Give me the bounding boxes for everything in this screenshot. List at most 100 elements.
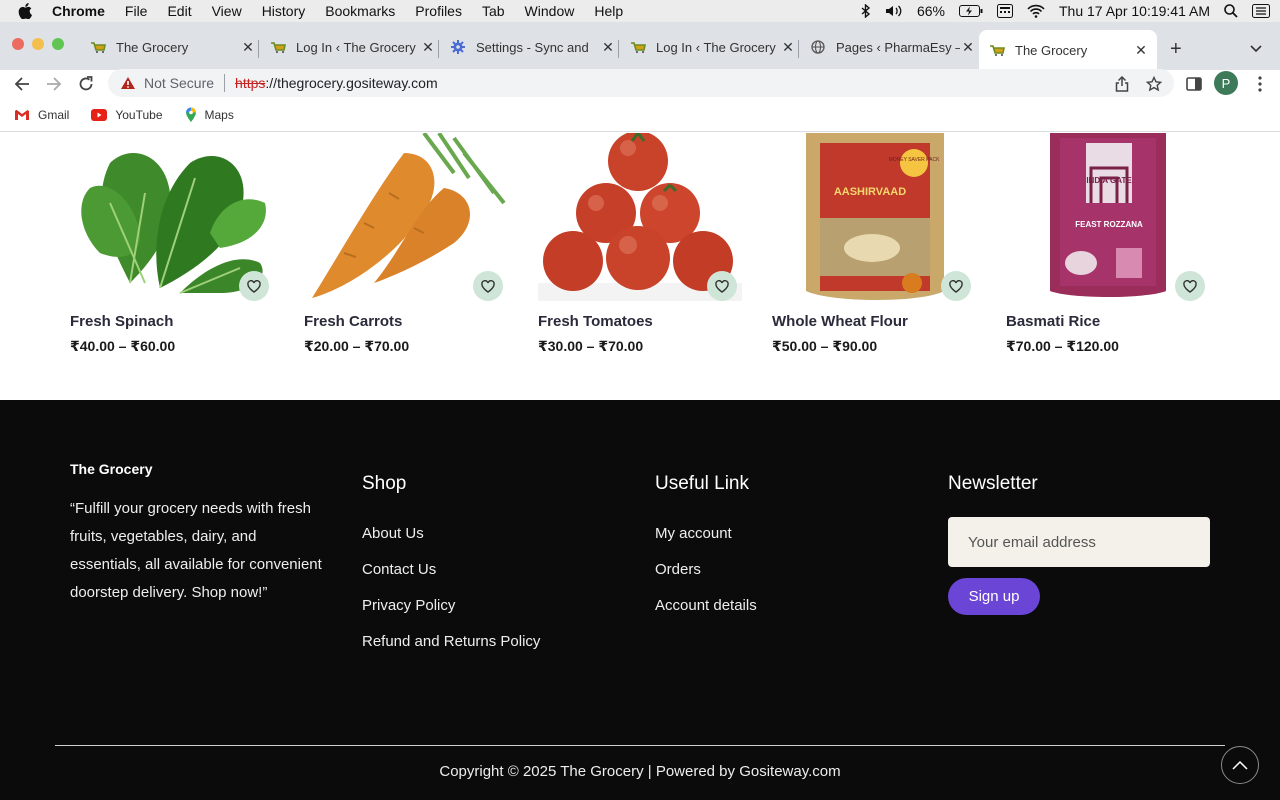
settings-gear-icon — [450, 39, 466, 55]
footer-divider — [55, 745, 1225, 746]
wishlist-heart-icon[interactable] — [941, 271, 971, 301]
tab-settings-sync[interactable]: Settings - Sync and ✕ — [440, 32, 616, 62]
footer-link-my-account[interactable]: My account — [655, 525, 732, 542]
product-price: ₹40.00 – ₹60.00 — [70, 338, 176, 354]
tab-login-grocery-2[interactable]: Log In ‹ The Grocery ✕ — [620, 32, 796, 62]
side-panel-icon[interactable] — [1182, 72, 1206, 96]
product-name[interactable]: Fresh Tomatoes — [538, 313, 653, 330]
tab-title: Pages ‹ PharmaEsy – — [836, 39, 960, 55]
reload-icon[interactable] — [74, 72, 98, 96]
rice-brand-text: INDIA GATE — [1086, 176, 1132, 185]
menu-tab[interactable]: Tab — [482, 3, 505, 19]
product-image-tomatoes[interactable] — [538, 133, 742, 301]
footer-link-contact-us[interactable]: Contact Us — [362, 561, 436, 578]
grocery-favicon-icon — [90, 39, 106, 55]
product-name[interactable]: Fresh Carrots — [304, 313, 402, 330]
status-area: 66% Thu 17 Apr 10:19:41 AM — [861, 0, 1270, 22]
tab-close-icon[interactable]: ✕ — [420, 39, 436, 56]
forward-arrow-icon[interactable] — [42, 72, 66, 96]
tab-close-icon[interactable]: ✕ — [780, 39, 796, 56]
tab-title: The Grocery — [1015, 42, 1088, 58]
clock-datetime[interactable]: Thu 17 Apr 10:19:41 AM — [1059, 3, 1210, 19]
product-card[interactable]: MONEY SAVER PACK AASHIRVAAD Whole Wheat … — [772, 133, 976, 363]
bookmark-youtube[interactable]: YouTube — [91, 108, 163, 122]
not-secure-label[interactable]: Not Secure — [144, 75, 214, 91]
minimize-window-button[interactable] — [32, 38, 44, 50]
footer-link-account-details[interactable]: Account details — [655, 597, 757, 614]
tab-search-chevron-down-icon[interactable] — [1250, 40, 1262, 58]
bookmark-star-icon[interactable] — [1142, 72, 1166, 96]
product-name[interactable]: Whole Wheat Flour — [772, 313, 908, 330]
tab-the-grocery-1[interactable]: The Grocery ✕ — [80, 32, 256, 62]
menu-app-name[interactable]: Chrome — [52, 3, 105, 19]
tab-close-icon[interactable]: ✕ — [600, 39, 616, 56]
spotlight-search-icon[interactable] — [1224, 4, 1238, 18]
url-host: ://thegrocery.gositeway.com — [265, 75, 438, 91]
wifi-icon[interactable] — [1027, 4, 1045, 18]
product-name[interactable]: Fresh Spinach — [70, 313, 173, 330]
warning-triangle-icon[interactable] — [120, 76, 136, 90]
footer-link-orders[interactable]: Orders — [655, 561, 701, 578]
footer-link-privacy-policy[interactable]: Privacy Policy — [362, 597, 455, 614]
menu-file[interactable]: File — [125, 3, 148, 19]
product-card[interactable]: Fresh Carrots ₹20.00 – ₹70.00 — [304, 133, 508, 363]
address-bar[interactable]: Not Secure https ://thegrocery.gositeway… — [108, 69, 1174, 97]
money-saver-badge-text: MONEY SAVER PACK — [889, 157, 941, 163]
product-image-basmati-rice[interactable]: INDIA GATE FEAST ROZZANA — [1006, 133, 1210, 301]
tab-login-grocery-1[interactable]: Log In ‹ The Grocery ✕ — [260, 32, 436, 62]
more-menu-kebab-icon[interactable] — [1248, 72, 1272, 96]
close-window-button[interactable] — [12, 38, 24, 50]
profile-avatar[interactable]: P — [1214, 71, 1238, 95]
product-card[interactable]: Fresh Tomatoes ₹30.00 – ₹70.00 — [538, 133, 742, 363]
product-card[interactable]: INDIA GATE FEAST ROZZANA Basmati Rice ₹7… — [1006, 133, 1210, 363]
menu-profiles[interactable]: Profiles — [415, 3, 462, 19]
product-image-carrots[interactable] — [304, 133, 508, 301]
tab-the-grocery-active[interactable]: The Grocery ✕ — [979, 30, 1157, 70]
wishlist-heart-icon[interactable] — [239, 271, 269, 301]
product-name[interactable]: Basmati Rice — [1006, 313, 1100, 330]
omnibox-separator — [224, 74, 226, 92]
tab-close-icon[interactable]: ✕ — [1133, 42, 1149, 59]
menu-history[interactable]: History — [262, 3, 306, 19]
zoom-window-button[interactable] — [52, 38, 64, 50]
menu-help[interactable]: Help — [594, 3, 623, 19]
footer-link-refund-policy[interactable]: Refund and Returns Policy — [362, 633, 540, 650]
newsletter-signup-button[interactable]: Sign up — [948, 578, 1040, 615]
bookmark-maps[interactable]: Maps — [185, 107, 234, 123]
tab-close-icon[interactable]: ✕ — [960, 39, 976, 56]
product-card[interactable]: Fresh Spinach ₹40.00 – ₹60.00 — [70, 133, 274, 363]
battery-percent: 66% — [916, 3, 945, 19]
keyboard-input-icon[interactable] — [997, 4, 1013, 18]
newsletter-email-input[interactable] — [948, 517, 1210, 567]
footer-link-about-us[interactable]: About Us — [362, 525, 424, 542]
footer-brand[interactable]: The Grocery — [70, 461, 152, 477]
back-arrow-icon[interactable] — [10, 72, 34, 96]
menu-window[interactable]: Window — [525, 3, 575, 19]
wishlist-heart-icon[interactable] — [707, 271, 737, 301]
volume-icon[interactable] — [885, 4, 903, 18]
apple-icon[interactable] — [18, 3, 36, 19]
menu-bookmarks[interactable]: Bookmarks — [325, 3, 395, 19]
product-image-wheat-flour[interactable]: MONEY SAVER PACK AASHIRVAAD — [772, 133, 976, 301]
menu-edit[interactable]: Edit — [167, 3, 191, 19]
product-price: ₹70.00 – ₹120.00 — [1006, 338, 1119, 354]
menu-view[interactable]: View — [212, 3, 242, 19]
product-image-spinach[interactable] — [70, 133, 274, 301]
bluetooth-icon[interactable] — [861, 4, 871, 18]
tab-title: The Grocery — [116, 39, 189, 55]
scroll-to-top-chevron-up-icon[interactable] — [1221, 746, 1259, 784]
globe-icon — [810, 39, 826, 55]
tab-separator — [258, 40, 259, 58]
footer-copyright: Copyright © 2025 The Grocery | Powered b… — [439, 763, 841, 780]
wishlist-heart-icon[interactable] — [1175, 271, 1205, 301]
new-tab-plus-icon[interactable]: + — [1170, 38, 1182, 61]
tab-pages-pharmaesy[interactable]: Pages ‹ PharmaEsy – ✕ — [800, 32, 976, 62]
bookmark-gmail[interactable]: Gmail — [14, 108, 69, 122]
battery-icon[interactable] — [959, 5, 983, 17]
share-icon[interactable] — [1110, 72, 1134, 96]
tab-title: Log In ‹ The Grocery — [656, 39, 776, 55]
control-center-icon[interactable] — [1252, 4, 1270, 18]
wishlist-heart-icon[interactable] — [473, 271, 503, 301]
product-price: ₹50.00 – ₹90.00 — [772, 338, 878, 354]
tab-close-icon[interactable]: ✕ — [240, 39, 256, 56]
